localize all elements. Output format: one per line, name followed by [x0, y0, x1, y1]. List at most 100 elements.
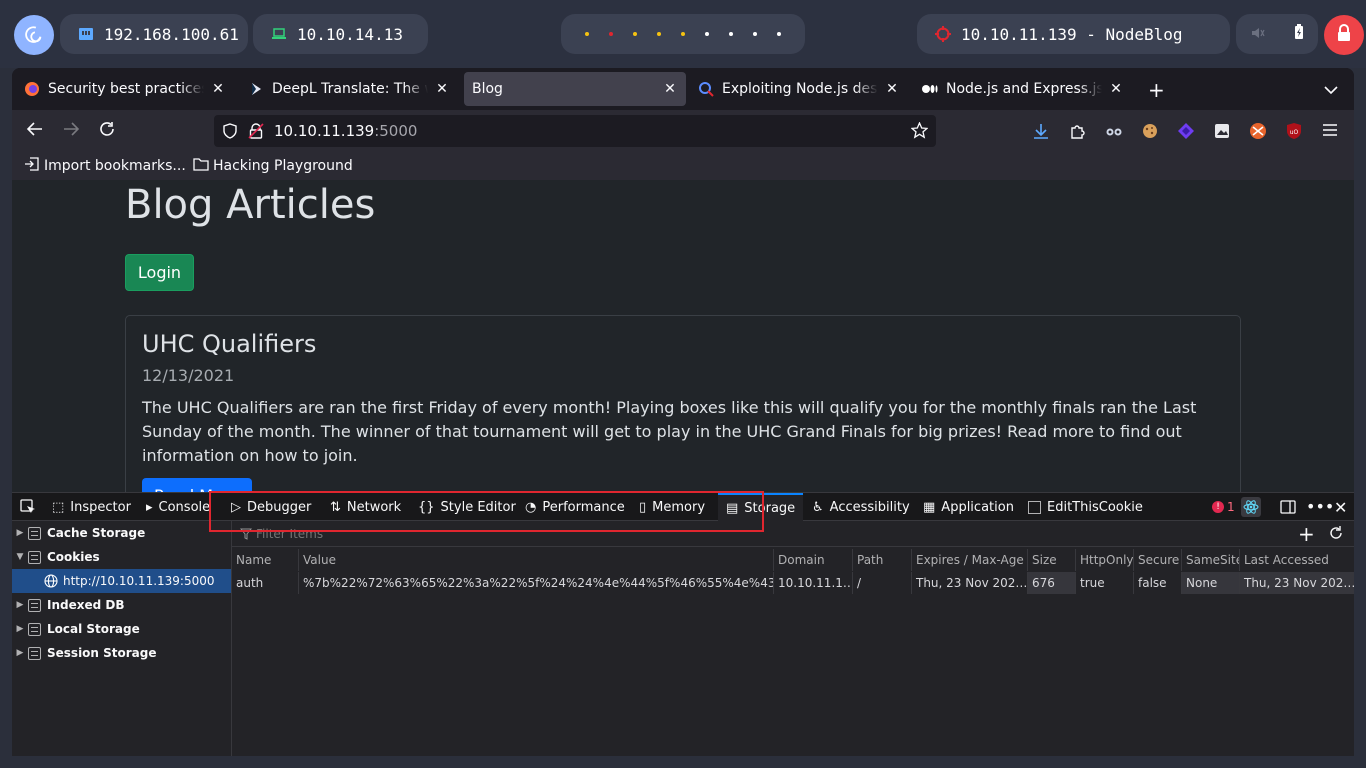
- login-button[interactable]: Login: [125, 254, 194, 291]
- cell-expires[interactable]: Thu, 23 Nov 202…: [911, 572, 1027, 594]
- col-size[interactable]: Size: [1027, 549, 1075, 571]
- workspace-dot-3[interactable]: [633, 32, 637, 36]
- cell-path[interactable]: /: [852, 572, 911, 594]
- refresh-items-icon[interactable]: [1328, 525, 1344, 544]
- console-icon: ▸: [146, 499, 153, 515]
- volume-muted-icon[interactable]: [1251, 25, 1265, 44]
- devtools-tab-application[interactable]: ▦ Application: [923, 493, 1014, 521]
- cell-httponly[interactable]: true: [1075, 572, 1133, 594]
- col-httponly[interactable]: HttpOnly: [1075, 549, 1133, 571]
- tab-blog[interactable]: Blog ✕: [464, 72, 686, 106]
- tree-cache-storage[interactable]: ▶ Cache Storage: [12, 521, 231, 545]
- target-crosshair-icon: [935, 26, 951, 42]
- glasses-extension-icon[interactable]: [1105, 122, 1123, 140]
- read-more-button[interactable]: Read More: [142, 478, 252, 492]
- insecure-lock-icon[interactable]: [248, 123, 264, 139]
- cell-samesite[interactable]: None: [1181, 572, 1239, 594]
- add-item-plus-icon[interactable]: +: [1298, 522, 1315, 546]
- dock-side-icon[interactable]: [1280, 499, 1296, 519]
- cell-name[interactable]: auth: [232, 572, 298, 594]
- ublock-origin-icon[interactable]: uO: [1285, 122, 1303, 140]
- tree-cookies[interactable]: ▼ Cookies: [12, 545, 231, 569]
- col-secure[interactable]: Secure: [1133, 549, 1181, 571]
- col-last-accessed[interactable]: Last Accessed: [1239, 549, 1354, 571]
- devtools-tab-accessibility[interactable]: ♿ Accessibility: [812, 493, 910, 521]
- close-devtools-icon[interactable]: ✕: [1334, 498, 1347, 517]
- close-tab-icon[interactable]: ✕: [662, 81, 678, 97]
- tree-local-storage[interactable]: ▶ Local Storage: [12, 617, 231, 641]
- inspector-icon: ⬚: [52, 499, 65, 515]
- close-tab-icon[interactable]: ✕: [210, 81, 226, 97]
- col-samesite[interactable]: SameSite: [1181, 549, 1239, 571]
- col-domain[interactable]: Domain: [773, 549, 852, 571]
- tab-exploiting-node[interactable]: Exploiting Node.js deseri ✕: [690, 72, 908, 106]
- col-path[interactable]: Path: [852, 549, 911, 571]
- cell-domain[interactable]: 10.10.11.1…: [773, 572, 852, 594]
- workspace-dot-4[interactable]: [657, 32, 661, 36]
- more-options-icon[interactable]: •••: [1306, 497, 1334, 516]
- expand-arrow-icon[interactable]: ▶: [12, 600, 28, 610]
- collapse-arrow-icon[interactable]: ▼: [12, 552, 28, 562]
- devtools-tab-console[interactable]: ▸ Console: [146, 493, 210, 521]
- bookmark-star-icon[interactable]: [910, 121, 929, 143]
- close-tab-icon[interactable]: ✕: [434, 81, 450, 97]
- cell-last-accessed[interactable]: Thu, 23 Nov 202…: [1239, 572, 1354, 594]
- expand-arrow-icon[interactable]: ▶: [12, 648, 28, 658]
- table-row[interactable]: auth %7b%22%72%63%65%22%3a%22%5f%24%24%4…: [232, 572, 1354, 594]
- workspace-dot-9[interactable]: [777, 32, 781, 36]
- new-tab-plus-icon[interactable]: +: [1148, 78, 1165, 102]
- cookie-extension-icon[interactable]: [1141, 122, 1159, 140]
- workspace-dot-1[interactable]: [585, 32, 589, 36]
- react-devtools-icon[interactable]: [1241, 497, 1261, 517]
- tab-deepl[interactable]: DeepL Translate: The wo ✕: [240, 72, 458, 106]
- tree-session-storage[interactable]: ▶ Session Storage: [12, 641, 231, 665]
- hamburger-menu-icon[interactable]: [1322, 122, 1340, 140]
- downloads-icon[interactable]: [1032, 122, 1050, 140]
- reload-icon[interactable]: [98, 120, 116, 143]
- col-expires[interactable]: Expires / Max-Age: [911, 549, 1027, 571]
- extensions-puzzle-icon[interactable]: [1069, 122, 1087, 140]
- battery-icon[interactable]: [1294, 24, 1304, 44]
- forward-arrow-icon[interactable]: [62, 120, 80, 143]
- workspace-dot-8[interactable]: [753, 32, 757, 36]
- foxyproxy-icon[interactable]: [1249, 122, 1267, 140]
- workspace-switcher[interactable]: [561, 14, 805, 54]
- workspace-dot-7[interactable]: [729, 32, 733, 36]
- photo-extension-icon[interactable]: [1213, 122, 1231, 140]
- url-port: :5000: [374, 122, 418, 140]
- tree-cookies-origin[interactable]: http://10.10.11.139:5000: [12, 569, 231, 593]
- target-pill: 10.10.11.139 - NodeBlog: [917, 14, 1230, 54]
- close-tab-icon[interactable]: ✕: [884, 81, 900, 97]
- debian-launcher-icon[interactable]: [14, 15, 54, 55]
- wappalyzer-icon[interactable]: [1177, 122, 1195, 140]
- workspace-dot-6[interactable]: [705, 32, 709, 36]
- url-bar[interactable]: 10.10.11.139:5000: [214, 115, 936, 147]
- tab-node-express[interactable]: Node.js and Express.js Pr ✕: [914, 72, 1132, 106]
- cell-secure[interactable]: false: [1133, 572, 1181, 594]
- red-highlight-box: [209, 491, 764, 532]
- search-favicon-icon: [698, 81, 714, 97]
- workspace-dot-2[interactable]: [609, 32, 613, 36]
- database-icon: [28, 550, 41, 564]
- shield-icon[interactable]: [222, 123, 238, 139]
- bookmark-import[interactable]: Import bookmarks...: [24, 157, 186, 175]
- tab-security-best-practices[interactable]: Security best practices | ✕: [16, 72, 234, 106]
- element-picker-icon[interactable]: [20, 499, 36, 519]
- bookmark-label: Import bookmarks...: [44, 158, 186, 174]
- expand-arrow-icon[interactable]: ▶: [12, 624, 28, 634]
- bookmark-hacking-playground[interactable]: Hacking Playground: [193, 157, 353, 175]
- devtools-tab-editthiscookie[interactable]: EditThisCookie: [1028, 493, 1143, 521]
- back-arrow-icon[interactable]: [26, 120, 44, 143]
- list-all-tabs-chevron-icon[interactable]: [1324, 80, 1338, 99]
- workspace-dot-5[interactable]: [681, 32, 685, 36]
- expand-arrow-icon[interactable]: ▶: [12, 528, 28, 538]
- error-count-badge[interactable]: ! 1: [1212, 500, 1235, 514]
- col-name[interactable]: Name: [232, 549, 298, 571]
- tree-indexed-db[interactable]: ▶ Indexed DB: [12, 593, 231, 617]
- devtools-tab-inspector[interactable]: ⬚ Inspector: [52, 493, 131, 521]
- cell-value[interactable]: %7b%22%72%63%65%22%3a%22%5f%24%24%4e%44%…: [298, 572, 773, 594]
- col-value[interactable]: Value: [298, 549, 773, 571]
- close-tab-icon[interactable]: ✕: [1108, 81, 1124, 97]
- cell-size[interactable]: 676: [1027, 572, 1075, 594]
- lock-screen-button[interactable]: [1324, 15, 1364, 55]
